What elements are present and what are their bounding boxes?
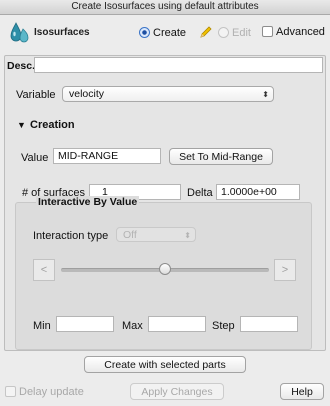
interaction-type-value: Off: [123, 229, 137, 241]
step-input[interactable]: [240, 316, 298, 332]
disclosure-triangle-icon[interactable]: ▼: [17, 120, 26, 130]
toolbar: Isosurfaces Create Edit Advanced: [0, 15, 330, 53]
help-button[interactable]: Help: [280, 383, 324, 400]
min-label: Min: [33, 320, 51, 332]
select-arrows-icon: ⬍: [184, 231, 191, 240]
advanced-checkbox[interactable]: [262, 26, 273, 37]
delta-input[interactable]: 1.0000e+00: [216, 184, 300, 200]
slider-prev-button[interactable]: <: [33, 259, 55, 281]
value-label: Value: [21, 152, 49, 164]
step-label: Step: [212, 320, 235, 332]
variable-label: Variable: [16, 89, 56, 101]
slider-next-button[interactable]: >: [274, 259, 296, 281]
value-input[interactable]: MID-RANGE: [53, 148, 161, 164]
delta-label: Delta: [187, 187, 213, 199]
apply-changes-button[interactable]: Apply Changes: [130, 383, 224, 400]
edit-label[interactable]: Edit: [232, 27, 251, 39]
creation-header[interactable]: Creation: [30, 119, 75, 131]
value-slider[interactable]: [61, 261, 269, 277]
desc-label: Desc.: [7, 60, 36, 72]
interaction-type-select[interactable]: Off ⬍: [116, 227, 196, 242]
delay-update-label[interactable]: Delay update: [19, 386, 84, 398]
create-label[interactable]: Create: [153, 27, 186, 39]
interaction-type-label: Interaction type: [33, 230, 109, 242]
min-input[interactable]: [56, 316, 114, 332]
select-arrows-icon: ⬍: [262, 90, 269, 99]
delay-update-checkbox[interactable]: [5, 386, 16, 397]
set-mid-range-button[interactable]: Set To Mid-Range: [169, 148, 273, 165]
pencil-icon: [200, 26, 212, 38]
create-with-selected-parts-button[interactable]: Create with selected parts: [84, 356, 246, 373]
advanced-label[interactable]: Advanced: [276, 26, 325, 38]
main-panel: Desc. Variable velocity ⬍ ▼ Creation Val…: [4, 55, 326, 351]
max-input[interactable]: [148, 316, 206, 332]
app-label: Isosurfaces: [34, 27, 90, 38]
desc-input[interactable]: [34, 57, 323, 73]
variable-select-value: velocity: [69, 88, 105, 100]
create-radio[interactable]: [139, 27, 150, 38]
water-drops-icon: [10, 22, 29, 43]
edit-radio[interactable]: [218, 27, 229, 38]
interactive-group-title: Interactive By Value: [36, 196, 140, 208]
variable-select[interactable]: velocity ⬍: [62, 86, 274, 102]
max-label: Max: [122, 320, 143, 332]
slider-thumb[interactable]: [159, 263, 171, 275]
window-title: Create Isosurfaces using default attribu…: [0, 0, 330, 15]
interactive-group: Interactive By Value Interaction type Of…: [15, 196, 312, 350]
